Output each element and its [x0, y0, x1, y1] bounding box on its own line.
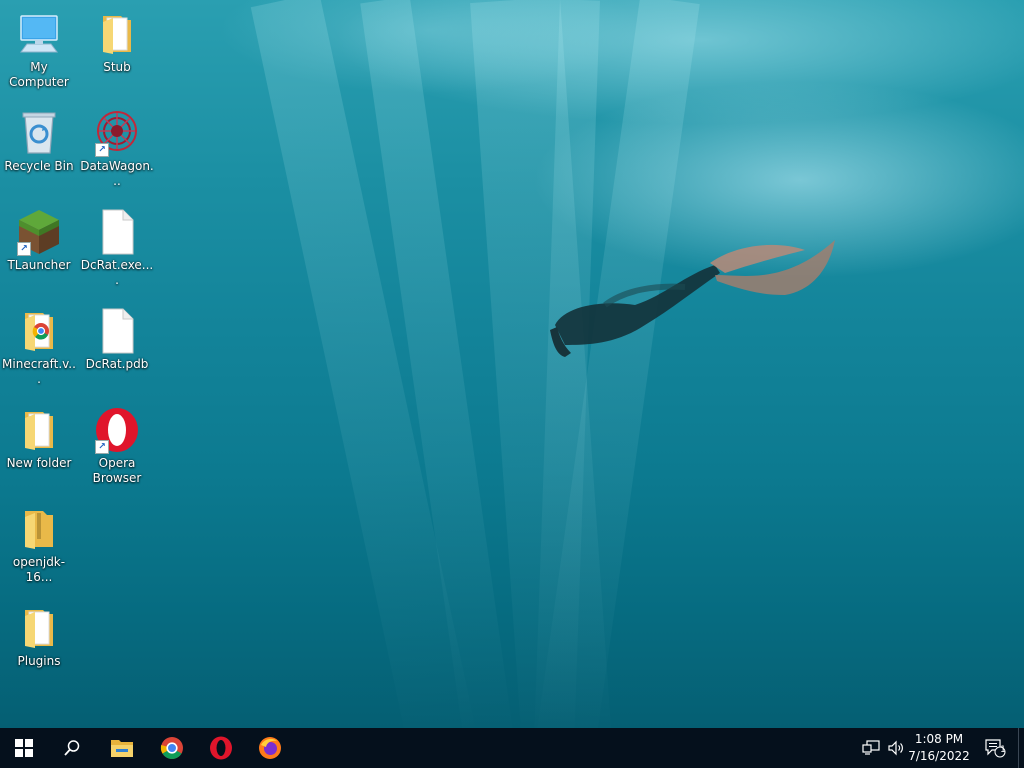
desktop-icon-minecraft[interactable]: Minecraft.v... [0, 303, 78, 395]
search-button[interactable] [48, 728, 96, 768]
desktop-icon-tlauncher[interactable]: ↗ TLauncher [0, 204, 78, 296]
freediver-image [550, 240, 835, 357]
file-explorer-icon [111, 740, 133, 757]
blank-file-icon [93, 307, 141, 355]
shortcut-arrow-icon: ↗ [95, 440, 109, 454]
computer-icon [15, 10, 63, 58]
volume-icon [888, 740, 903, 756]
icon-label: My Computer [9, 60, 69, 89]
folder-icon [15, 406, 63, 454]
clock-date: 7/16/2022 [908, 749, 970, 763]
folder-icon [93, 10, 141, 58]
icon-label: Opera Browser [92, 456, 142, 485]
icon-label: Recycle Bin [4, 159, 74, 173]
search-icon [64, 740, 80, 756]
taskbar-firefox[interactable] [246, 728, 294, 768]
icon-label: TLauncher [7, 258, 71, 272]
minecraft-grass-block-icon: ↗ [15, 208, 63, 256]
desktop-icon-openjdk[interactable]: openjdk-16... [0, 501, 78, 593]
shortcut-arrow-icon: ↗ [95, 143, 109, 157]
desktop-icon-plugins[interactable]: Plugins [0, 600, 78, 692]
icon-label: DcRat.exe.... [80, 258, 154, 287]
folder-icon [15, 604, 63, 652]
taskbar-chrome[interactable] [148, 728, 196, 768]
windows-start-icon [15, 739, 33, 757]
icon-label: openjdk-16... [12, 555, 66, 584]
desktop-icon-my-computer[interactable]: My Computer [0, 6, 78, 98]
desktop-icon-stub[interactable]: Stub [78, 6, 156, 98]
datawagon-icon: ↗ [93, 109, 141, 157]
icon-label: New folder [6, 456, 72, 470]
clock-time: 1:08 PM [914, 732, 964, 746]
desktop-icon-new-folder[interactable]: New folder [0, 402, 78, 494]
taskbar: 1:08 PM 7/16/2022 1 [0, 728, 1024, 768]
show-desktop-button[interactable] [1018, 728, 1024, 768]
opera-icon: ↗ [93, 406, 141, 454]
action-center-button[interactable]: 1 [978, 728, 1012, 768]
icon-label: DataWagon... [80, 159, 154, 188]
tray-network[interactable] [858, 728, 884, 768]
desktop-icon-dcrat-exe[interactable]: DcRat.exe.... [78, 204, 156, 296]
icon-label: Plugins [17, 654, 61, 668]
chrome-icon [160, 737, 183, 759]
desktop-icon-opera-browser[interactable]: ↗ Opera Browser [78, 402, 156, 494]
icon-label: DcRat.pdb [85, 357, 149, 371]
desktop-icon-datawagon[interactable]: ↗ DataWagon... [78, 105, 156, 197]
blank-file-icon [93, 208, 141, 256]
network-icon [862, 740, 880, 755]
taskbar-clock[interactable]: 1:08 PM 7/16/2022 [904, 731, 974, 765]
recycle-bin-icon [15, 109, 63, 157]
taskbar-opera[interactable] [197, 728, 245, 768]
icon-label: Minecraft.v... [2, 357, 76, 386]
desktop-icon-recycle-bin[interactable]: Recycle Bin [0, 105, 78, 197]
shortcut-arrow-icon: ↗ [17, 242, 31, 256]
opera-icon [210, 736, 232, 760]
firefox-icon [259, 737, 281, 759]
zip-folder-icon [15, 505, 63, 553]
taskbar-file-explorer[interactable] [98, 728, 146, 768]
icon-label: Stub [103, 60, 131, 74]
start-button[interactable] [0, 728, 48, 768]
desktop-icon-dcrat-pdb[interactable]: DcRat.pdb [78, 303, 156, 395]
chrome-folder-icon [15, 307, 63, 355]
notification-count-badge: 1 [1000, 745, 1006, 755]
